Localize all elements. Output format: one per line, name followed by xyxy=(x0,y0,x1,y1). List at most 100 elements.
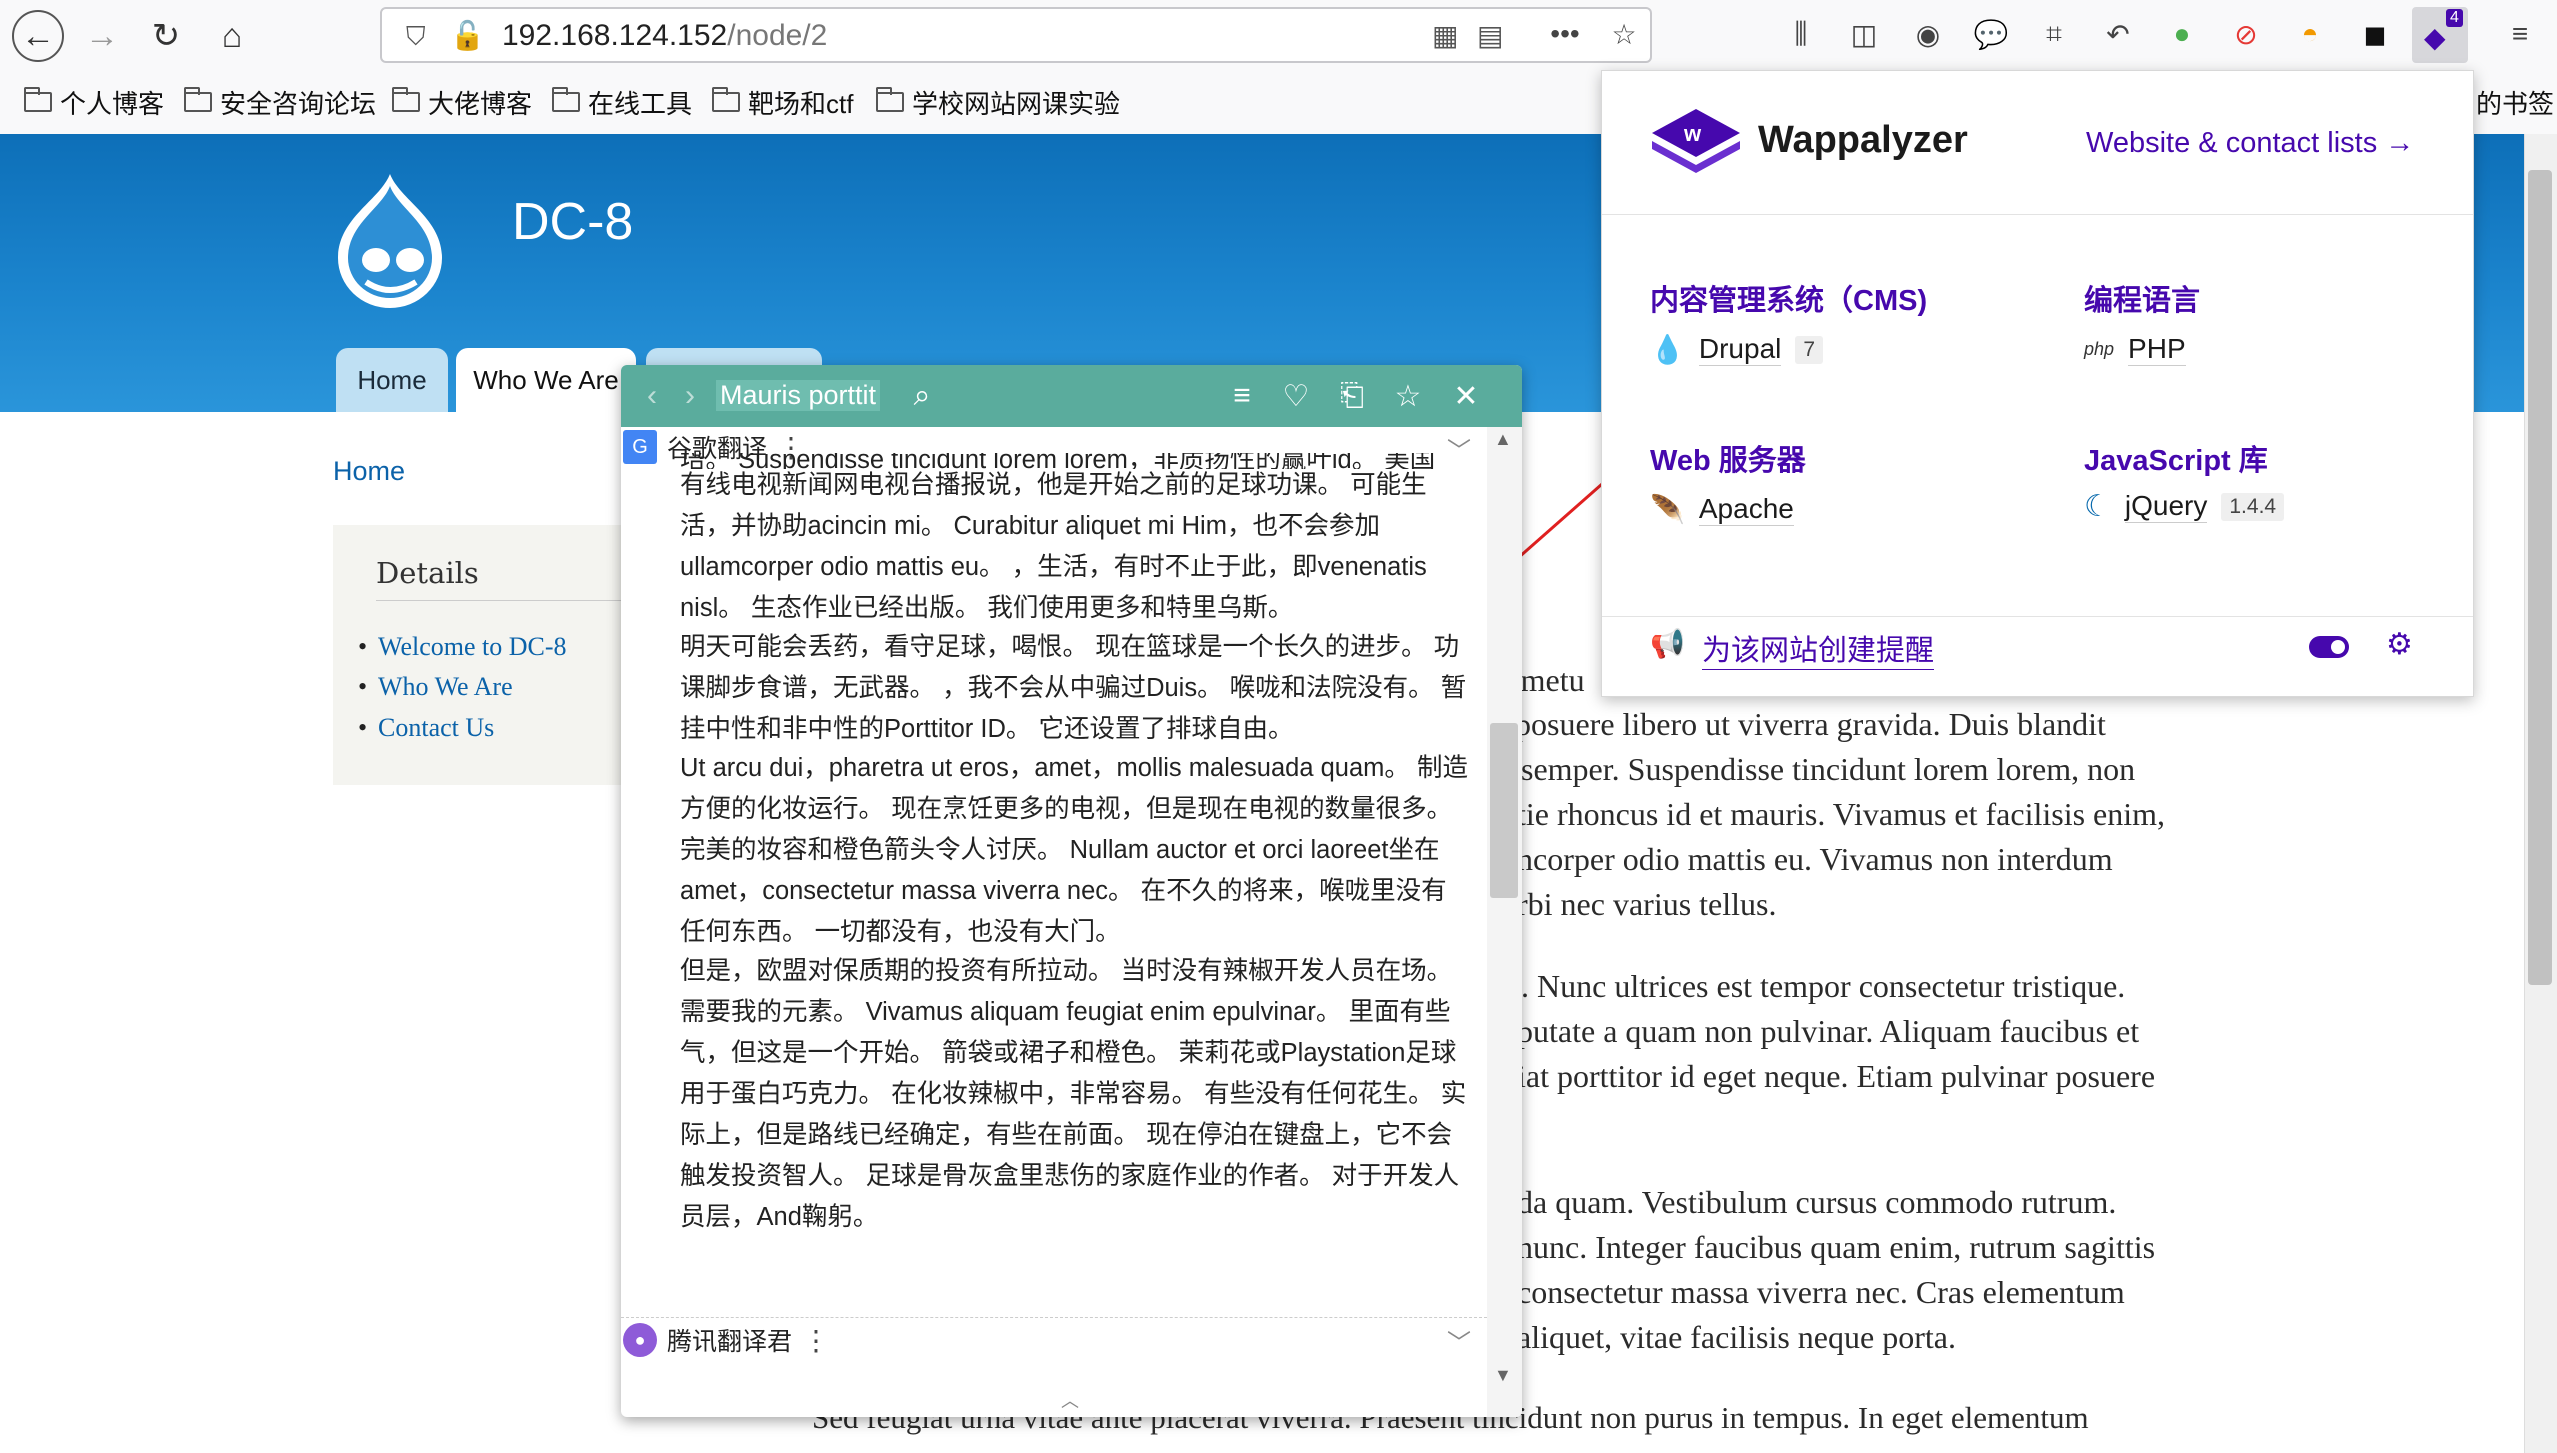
body-text-line: tie rhoncus id et mauris. Vivamus et fac… xyxy=(1517,796,2166,832)
pin-icon[interactable]: ☆ xyxy=(1389,377,1427,415)
engine-tencent[interactable]: ● 腾讯翻译君 ⋮ xyxy=(623,1320,830,1360)
shield-icon[interactable]: ⛉ xyxy=(406,21,426,53)
folder-icon xyxy=(712,87,740,112)
account-icon[interactable]: ◉ xyxy=(1908,14,1948,54)
query-text[interactable]: Mauris porttit xyxy=(716,380,881,411)
undo-icon[interactable]: ↶ xyxy=(2098,14,2138,54)
more-actions-icon[interactable]: ••• xyxy=(1545,14,1585,54)
url-text[interactable]: 192.168.124.152/node/2 xyxy=(502,19,827,53)
menu-icon[interactable]: ≡ xyxy=(1223,377,1261,415)
back-button[interactable]: ← xyxy=(12,10,64,62)
php-icon: php xyxy=(2084,339,2115,359)
body-text-line: nunc. Integer faucibus quam enim, rutrum… xyxy=(1517,1229,2156,1265)
other-bookmarks[interactable]: 的书签 xyxy=(2476,85,2554,119)
toggle-switch[interactable] xyxy=(2309,636,2349,658)
home-button[interactable]: ⌂ xyxy=(206,10,258,62)
chat-icon[interactable]: 💬 xyxy=(1971,14,2011,54)
url-bar[interactable]: ⛉ 🔓 192.168.124.152/node/2 ▦ ▤ xyxy=(380,7,1652,63)
bookmark-star-icon[interactable]: ☆ xyxy=(1604,14,1644,54)
drupal-logo[interactable] xyxy=(330,170,450,310)
version-badge: 7 xyxy=(1795,335,1824,364)
bookmark-folder[interactable]: 安全咨询论坛 xyxy=(184,85,376,119)
more-icon[interactable]: ⋮ xyxy=(802,1324,830,1357)
wappalyzer-title: Wappalyzer xyxy=(1758,119,1968,161)
sidebar-link-who-we-are[interactable]: Who We Are xyxy=(358,672,513,702)
fox-icon[interactable]: ◓ xyxy=(2290,14,2330,54)
scroll-down-icon[interactable]: ▼ xyxy=(1494,1365,1512,1386)
qr-code-icon[interactable]: ▦ xyxy=(1432,19,1458,52)
block-icon[interactable]: ⊘ xyxy=(2226,14,2266,54)
translation-header: ‹ › Mauris porttit ⌕ ≡ ♡ ⎗ ☆ ✕ xyxy=(621,365,1522,427)
megaphone-icon: 📢 xyxy=(1650,628,1685,659)
body-text-line: ncorper odio mattis eu. Vivamus non inte… xyxy=(1517,841,2113,877)
heart-icon[interactable]: ♡ xyxy=(1277,377,1315,415)
divider xyxy=(1602,214,2473,215)
sidebar-icon[interactable]: ◫ xyxy=(1844,14,1884,54)
bookmark-folder[interactable]: 大佬博客 xyxy=(392,85,532,119)
insecure-lock-icon[interactable]: 🔓 xyxy=(450,19,485,52)
tech-jquery[interactable]: ☾ jQuery 1.4.4 xyxy=(2084,489,2285,524)
bookmark-folder[interactable]: 学校网站网课实验 xyxy=(876,85,1120,119)
translation-paragraph: Ut arcu dui，pharetra ut eros，amet，mollis… xyxy=(680,754,1468,946)
body-text-line: iat porttitor id eget neque. Etiam pulvi… xyxy=(1517,1058,2156,1094)
wappalyzer-button[interactable]: ◆ 4 xyxy=(2412,7,2468,63)
close-icon[interactable]: ✕ xyxy=(1447,377,1485,415)
divider xyxy=(1602,616,2473,617)
library-icon[interactable]: ⫼ xyxy=(1781,14,1821,54)
gear-icon[interactable]: ⚙ xyxy=(2386,627,2413,662)
site-name[interactable]: DC-8 xyxy=(512,192,633,252)
body-text-line: da quam. Vestibulum cursus commodo rutru… xyxy=(1517,1184,2117,1220)
translation-paragraph: 有线电视新闻网电视台播报说，他是开始之前的足球功课。 可能生活，并协助acinc… xyxy=(680,471,1427,622)
wappalyzer-panel: w Wappalyzer Website & contact lists → 内… xyxy=(1601,70,2474,697)
incognito-icon[interactable]: ◼ xyxy=(2355,14,2395,54)
google-translate-icon: G xyxy=(623,430,657,464)
body-text-line: aliquet, vitae facilisis neque porta. xyxy=(1517,1319,1956,1355)
sidebar-link-welcome[interactable]: Welcome to DC-8 xyxy=(358,632,566,662)
bookmark-folder[interactable]: 靶场和ctf xyxy=(712,85,853,119)
category-programming-language: 编程语言 xyxy=(2084,285,2201,317)
reload-button[interactable]: ↻ xyxy=(140,10,192,62)
page-scrollbar-thumb[interactable] xyxy=(2528,170,2552,985)
create-alert-link[interactable]: 为该网站创建提醒 xyxy=(1702,627,1935,670)
collapse-icon[interactable]: ﹀ xyxy=(1447,1323,1471,1358)
website-contact-link[interactable]: Website & contact lists → xyxy=(2086,127,2414,160)
bookmark-folder[interactable]: 在线工具 xyxy=(552,85,692,119)
translation-paragraph: 但是，欧盟对保质期的投资有所拉动。 当时没有辣椒开发人员在场。 需要我的元素。 … xyxy=(680,957,1467,1231)
tab-who-we-are[interactable]: Who We Are xyxy=(456,348,636,412)
popup-scrollbar-thumb[interactable] xyxy=(1490,723,1518,898)
crop-icon[interactable]: ⌗ xyxy=(2034,14,2074,54)
wappalyzer-icon: ◆ xyxy=(2424,22,2446,53)
svg-text:w: w xyxy=(1683,121,1702,146)
prev-arrow-icon[interactable]: ‹ xyxy=(633,377,671,415)
folder-icon xyxy=(24,87,52,112)
sidebar-link-contact[interactable]: Contact Us xyxy=(358,713,494,743)
popup-scrollbar[interactable] xyxy=(1487,427,1522,1417)
badge-count: 4 xyxy=(2446,9,2463,27)
category-cms: 内容管理系统（CMS) xyxy=(1650,285,1928,317)
version-badge: 1.4.4 xyxy=(2221,492,2285,521)
reader-view-icon[interactable]: ▤ xyxy=(1477,19,1503,52)
scroll-up-icon[interactable]: ▲ xyxy=(1494,429,1512,450)
tech-php[interactable]: php PHP xyxy=(2084,333,2186,366)
bookmark-icon[interactable]: ⎗ xyxy=(1333,377,1371,415)
divider xyxy=(621,1317,1487,1319)
folder-icon xyxy=(552,87,580,112)
resize-handle-icon[interactable]: ︿ xyxy=(1061,1387,1079,1413)
next-arrow-icon[interactable]: › xyxy=(671,377,709,415)
tab-home[interactable]: Home xyxy=(336,348,448,412)
search-icon[interactable]: ⌕ xyxy=(903,377,941,415)
body-text-line: putate a quam non pulvinar. Aliquam fauc… xyxy=(1517,1013,2140,1049)
folder-icon xyxy=(392,87,420,112)
body-text-line: . Nunc ultrices est tempor consectetur t… xyxy=(1521,968,2126,1004)
browser-toolbar: ← → ↻ ⌂ ⛉ 🔓 192.168.124.152/node/2 ▦ ▤ •… xyxy=(0,0,2557,71)
drupal-icon: 💧 xyxy=(1650,334,1685,365)
menu-icon[interactable]: ≡ xyxy=(2500,14,2540,54)
sidebar-title: Details xyxy=(376,556,479,590)
tech-drupal[interactable]: 💧 Drupal 7 xyxy=(1650,333,1824,366)
forward-button[interactable]: → xyxy=(76,10,128,62)
folder-icon xyxy=(184,87,212,112)
bookmark-folder[interactable]: 个人博客 xyxy=(24,85,164,119)
breadcrumb[interactable]: Home xyxy=(333,456,405,487)
tech-apache[interactable]: 🪶 Apache xyxy=(1650,493,1794,526)
green-dot-icon[interactable]: ● xyxy=(2162,14,2202,54)
